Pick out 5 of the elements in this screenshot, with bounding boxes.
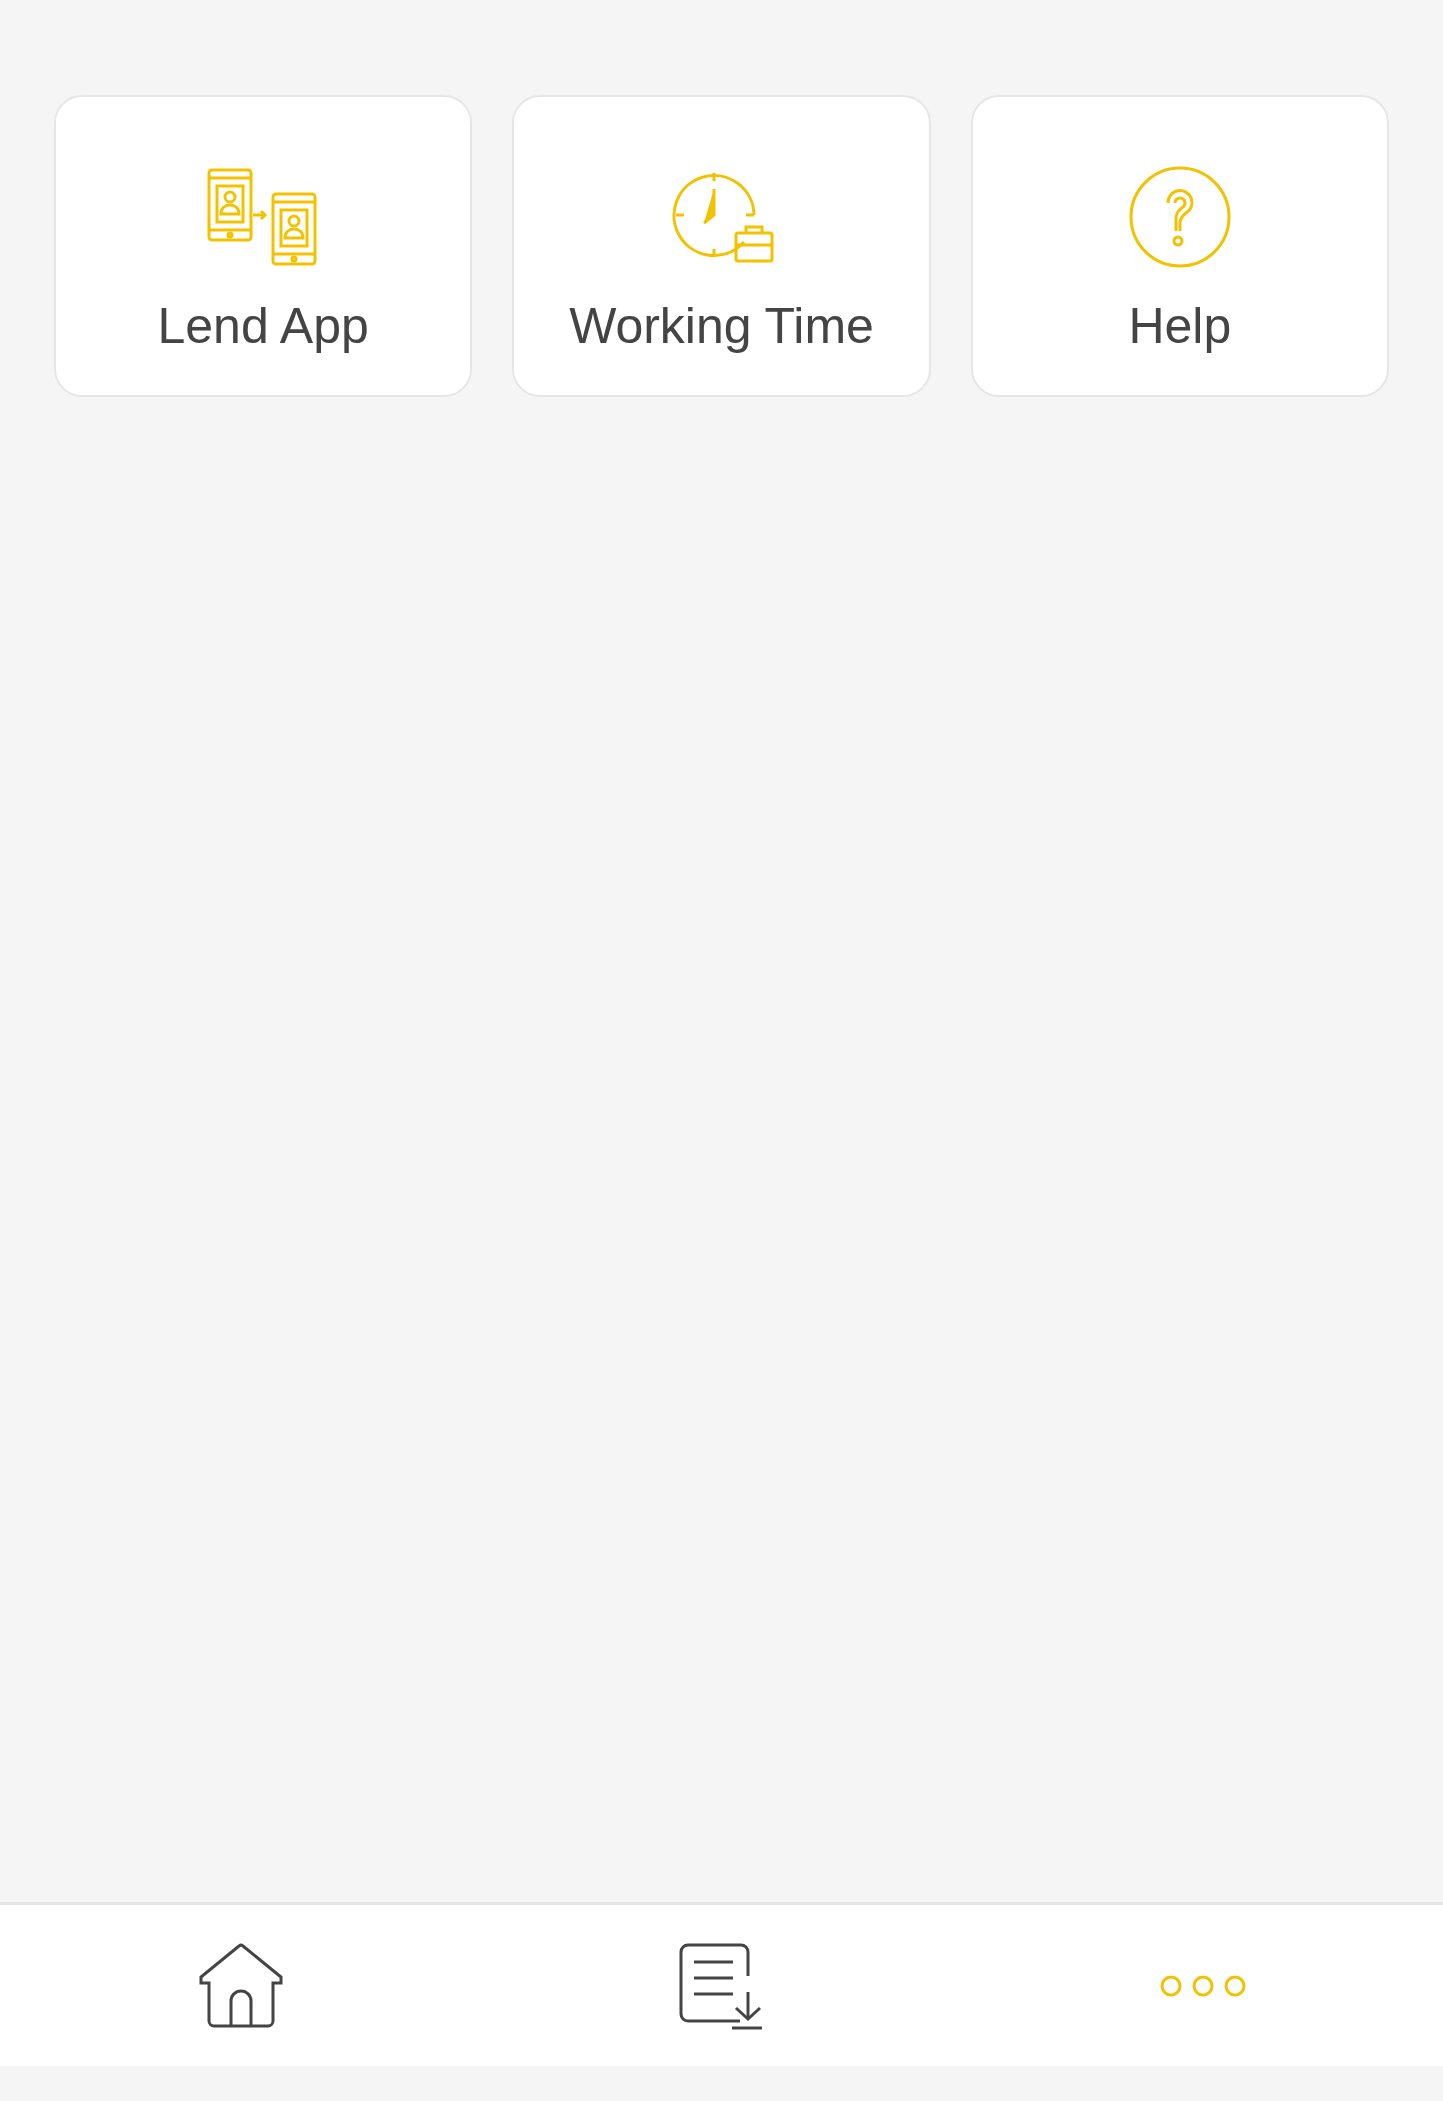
question-mark-icon (1127, 165, 1232, 269)
app-tile[interactable]: Lend App (54, 95, 473, 397)
app-tile[interactable]: Help (970, 95, 1389, 397)
app-tile[interactable]: Working Time (512, 95, 931, 397)
phone-transfer-icon (207, 168, 320, 266)
